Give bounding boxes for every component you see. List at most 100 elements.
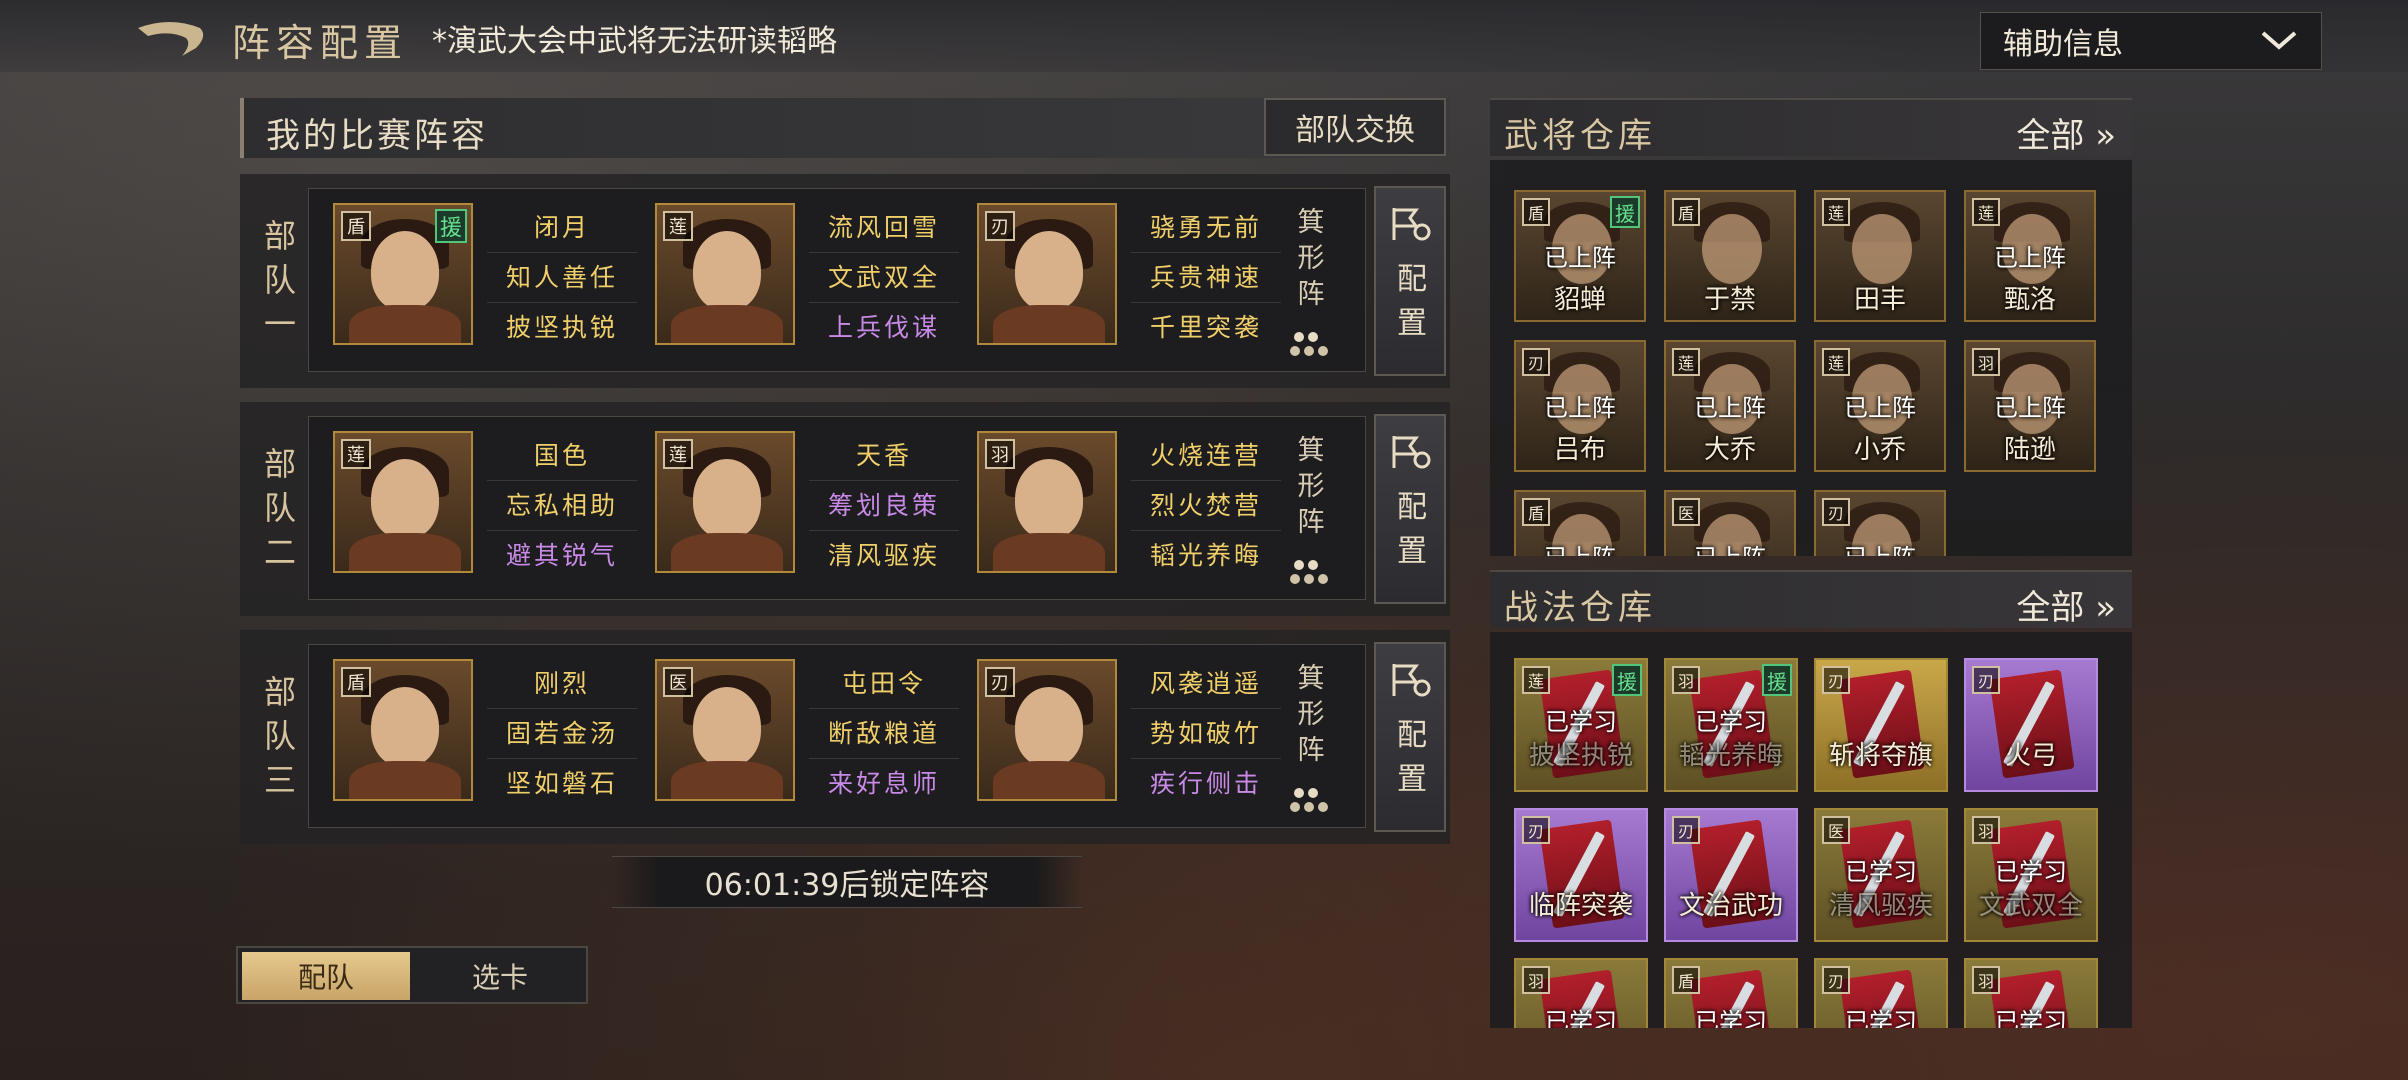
skill-slot[interactable]: 疾行侧击 (1131, 759, 1281, 809)
lineup-title: 我的比赛阵容 (266, 116, 488, 156)
skill-slot[interactable]: 筹划良策 (809, 481, 959, 531)
general-slot[interactable]: 刃 风袭逍遥 势如破竹 疾行侧击 (965, 659, 1289, 815)
general-name: 小乔 (1853, 435, 1906, 465)
skill-slot[interactable]: 上兵伐谋 (809, 303, 959, 353)
faction-icon: 莲 (1672, 348, 1700, 376)
general-slot[interactable]: 医 屯田令 断敌粮道 来好息师 (643, 659, 967, 815)
general-slot[interactable]: 莲 流风回雪 文武双全 上兵伐谋 (643, 203, 967, 359)
tab-select-card[interactable]: 选卡 (416, 952, 584, 1000)
faction-icon: 羽 (1522, 966, 1550, 994)
general-card[interactable]: 医已上阵 (1664, 490, 1796, 556)
general-card[interactable]: 莲田丰 (1814, 190, 1946, 322)
general-portrait[interactable]: 刃 (977, 659, 1117, 801)
tactic-name: 清风驱疾 (1828, 891, 1933, 921)
skill-slot[interactable]: 千里突袭 (1131, 303, 1281, 353)
skill-slot[interactable]: 来好息师 (809, 759, 959, 809)
general-portrait[interactable]: 莲 (333, 431, 473, 573)
skill-slot[interactable]: 屯田令 (809, 659, 959, 709)
tactic-card[interactable]: 羽已学习 (1514, 958, 1648, 1028)
general-card[interactable]: 盾于禁 (1664, 190, 1796, 322)
skill-slot[interactable]: 文武双全 (809, 253, 959, 303)
faction-icon: 刃 (985, 211, 1015, 241)
faction-icon: 刃 (1822, 966, 1850, 994)
tactic-card[interactable]: 刃已学习 (1814, 958, 1948, 1028)
skill-slot[interactable]: 刚烈 (487, 659, 637, 709)
support-badge: 援 (435, 209, 467, 243)
formation-label[interactable]: 箕形阵 (1281, 661, 1341, 769)
skill-slot[interactable]: 韬光养晦 (1131, 531, 1281, 581)
configure-button[interactable]: 配置 (1374, 414, 1446, 604)
tactic-card[interactable]: 刃文治武功 (1664, 808, 1798, 942)
general-portrait[interactable]: 羽 (977, 431, 1117, 573)
general-name: 于禁 (1703, 285, 1756, 315)
tactic-card[interactable]: 刃火弓 (1964, 658, 2098, 792)
skill-slot[interactable]: 风袭逍遥 (1131, 659, 1281, 709)
general-card[interactable]: 羽已上阵 陆逊 (1964, 340, 2096, 472)
general-card[interactable]: 刃已上阵 吕布 (1514, 340, 1646, 472)
tactic-card[interactable]: 盾已学习 (1664, 958, 1798, 1028)
skill-slot[interactable]: 势如破竹 (1131, 709, 1281, 759)
general-slot[interactable]: 盾援闭月 知人善任 披坚执锐 (321, 203, 645, 359)
tactic-card[interactable]: 刃临阵突袭 (1514, 808, 1648, 942)
tactic-card[interactable]: 羽已学习 文武双全 (1964, 808, 2098, 942)
general-portrait[interactable]: 医 (655, 659, 795, 801)
skill-slot[interactable]: 兵贵神速 (1131, 253, 1281, 303)
faction-icon: 刃 (1522, 348, 1550, 376)
flag-gear-icon (1392, 208, 1431, 241)
troop-swap-button[interactable]: 部队交换 (1264, 98, 1446, 156)
general-card[interactable]: 莲已上阵 小乔 (1814, 340, 1946, 472)
skill-slot[interactable]: 国色 (487, 431, 637, 481)
skill-slot[interactable]: 火烧连营 (1131, 431, 1281, 481)
general-portrait[interactable]: 刃 (977, 203, 1117, 345)
tactic-card[interactable]: 刃斩将夺旗 (1814, 658, 1948, 792)
skill-slot[interactable]: 清风驱疾 (809, 531, 959, 581)
skill-slot[interactable]: 闭月 (487, 203, 637, 253)
skill-slot[interactable]: 骁勇无前 (1131, 203, 1281, 253)
tab-team[interactable]: 配队 (242, 952, 410, 1000)
skill-slot[interactable]: 忘私相助 (487, 481, 637, 531)
tactic-card[interactable]: 莲 援已学习 披坚执锐 (1514, 658, 1648, 792)
aux-info-dropdown[interactable]: 辅助信息 (1980, 12, 2322, 70)
skill-slot[interactable]: 坚如磐石 (487, 759, 637, 809)
formation-label[interactable]: 箕形阵 (1281, 433, 1341, 541)
tactic-card[interactable]: 羽已学习 (1964, 958, 2098, 1028)
general-card[interactable]: 莲已上阵 大乔 (1664, 340, 1796, 472)
faction-icon: 莲 (1822, 348, 1850, 376)
card-face (1852, 214, 1912, 284)
general-slot[interactable]: 莲 天香 筹划良策 清风驱疾 (643, 431, 967, 587)
skill-slot[interactable]: 流风回雪 (809, 203, 959, 253)
tactic-warehouse-all-button[interactable]: 全部 » (2016, 580, 2116, 629)
back-arrow-icon[interactable] (130, 14, 210, 60)
general-portrait[interactable]: 莲 (655, 203, 795, 345)
skill-slot[interactable]: 固若金汤 (487, 709, 637, 759)
general-slot[interactable]: 羽 火烧连营 烈火焚营 韬光养晦 (965, 431, 1289, 587)
tactic-card[interactable]: 医已学习 清风驱疾 (1814, 808, 1948, 942)
general-card[interactable]: 盾 援已上阵 貂蝉 (1514, 190, 1646, 322)
skill-slot[interactable]: 天香 (809, 431, 959, 481)
skill-slot[interactable]: 披坚执锐 (487, 303, 637, 353)
general-slot[interactable]: 刃 骁勇无前 兵贵神速 千里突袭 (965, 203, 1289, 359)
skill-slot[interactable]: 断敌粮道 (809, 709, 959, 759)
general-card[interactable]: 莲已上阵 甄洛 (1964, 190, 2096, 322)
general-card[interactable]: 盾已上阵 (1514, 490, 1646, 556)
skill-slot[interactable]: 烈火焚营 (1131, 481, 1281, 531)
skill-list: 流风回雪 文武双全 上兵伐谋 (809, 203, 959, 353)
skill-slot[interactable]: 知人善任 (487, 253, 637, 303)
general-portrait[interactable]: 盾援 (333, 203, 473, 345)
general-name: 大乔 (1703, 435, 1756, 465)
skill-list: 骁勇无前 兵贵神速 千里突袭 (1131, 203, 1281, 353)
configure-button[interactable]: 配置 (1374, 186, 1446, 376)
tactic-card[interactable]: 羽 援已学习 韬光养晦 (1664, 658, 1798, 792)
general-portrait[interactable]: 盾 (333, 659, 473, 801)
general-slot[interactable]: 莲 国色 忘私相助 避其锐气 (321, 431, 645, 587)
deployed-status: 已上阵 (1816, 538, 1944, 556)
troop-panel: 部队一盾援闭月 知人善任 披坚执锐莲流风回雪 文武双全 上兵伐谋刃骁勇无前 兵贵神速 千里突… (240, 174, 1450, 388)
skill-slot[interactable]: 避其锐气 (487, 531, 637, 581)
configure-button[interactable]: 配置 (1374, 642, 1446, 832)
general-slot[interactable]: 盾 刚烈 固若金汤 坚如磐石 (321, 659, 645, 815)
general-warehouse-all-button[interactable]: 全部 » (2016, 108, 2116, 157)
general-portrait[interactable]: 莲 (655, 431, 795, 573)
general-card[interactable]: 刃已上阵 (1814, 490, 1946, 556)
deployed-status: 已上阵 (1994, 394, 2066, 422)
formation-label[interactable]: 箕形阵 (1281, 205, 1341, 313)
